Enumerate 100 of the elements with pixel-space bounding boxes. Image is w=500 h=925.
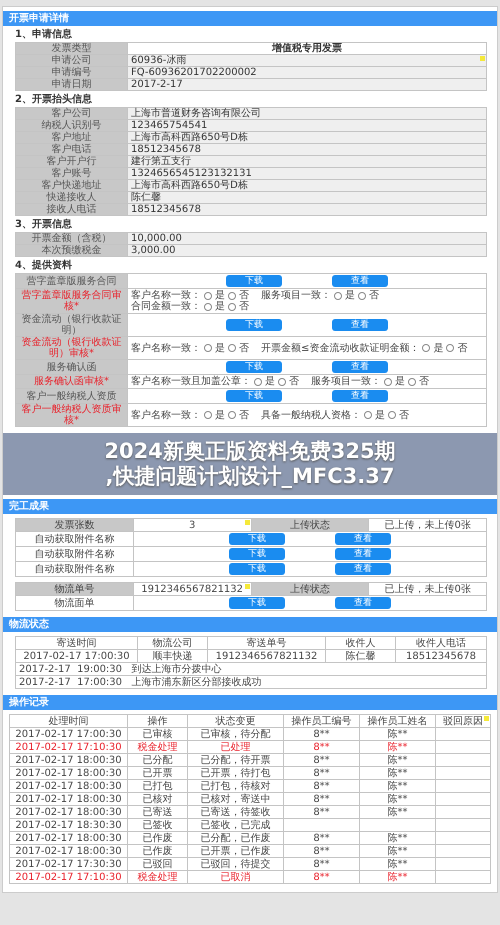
download-button[interactable]: 下载 [228,563,285,575]
column-header: 操作 [128,714,188,728]
table-cell: 陈** [360,754,436,766]
download-button[interactable]: 下载 [228,597,285,609]
row-label: 客户快递地址 [16,180,128,192]
question-label: 合同金额一致： [131,301,201,312]
radio-button[interactable] [228,344,236,352]
row-label: 发票类型 [16,42,128,54]
table-cell: 自动获取附件名称 [16,532,134,546]
table-cell: 2017-02-17 17:10:30 [10,740,128,754]
note-icon [484,716,489,721]
row-label: 客户账号 [16,168,128,180]
table-cell: 2017-02-17 18:00:30 [10,754,128,766]
column-header: 收件人电话 [396,636,486,650]
download-button[interactable]: 下载 [226,361,282,373]
row-label: 资金流动（银行收款证明） [16,314,128,336]
table-cell: 自动获取附件名称 [16,546,134,562]
table-cell: 18512345678 [396,650,486,662]
view-button[interactable]: 查看 [332,390,388,402]
radio-button[interactable] [388,411,396,419]
radio-button[interactable] [204,344,212,352]
table-cell: 8** [284,754,360,766]
table-cell: 陈** [360,806,436,818]
table-cell: 18512345678 [128,144,486,156]
table-cell: 8** [284,832,360,844]
radio-button[interactable] [204,292,212,300]
question-label: 客户名称一致： [131,290,201,301]
table-cell: 已处理 [188,740,284,754]
table-cell: 陈** [360,728,436,740]
table-cell: 2017-02-17 17:00:30 [10,728,128,740]
table-cell: 陈仁馨 [128,192,486,204]
radio-button[interactable] [204,411,212,419]
radio-label: 否 [239,342,249,354]
table-cell: 已核对 [128,792,188,806]
question-label: 具备一般纳税人资格： [261,410,361,420]
view-button[interactable]: 查看 [334,563,391,575]
view-button[interactable]: 查看 [334,597,391,609]
row-label: 客户一般纳税人资质 [16,388,128,404]
section-heading: 3、开票信息 [15,218,73,231]
table-cell: 已开票，待打包 [188,766,284,780]
column-header: 驳回原因 [436,714,490,728]
radio-button[interactable] [278,378,286,386]
table-cell: 8** [284,792,360,806]
table-cell: 增值税专用发票 [128,42,486,54]
radio-button[interactable] [228,302,236,310]
question-label: 服务项目一致： [261,290,331,301]
view-button[interactable]: 查看 [332,319,388,331]
radio-label: 否 [457,342,468,354]
table-cell: 2017-02-17 18:00:30 [10,844,128,858]
radio-label: 是 [215,290,225,301]
view-button[interactable]: 查看 [334,533,391,545]
table-cell: 8** [284,806,360,818]
download-button[interactable]: 下载 [226,390,282,402]
table-cell: 陈仁馨 [326,650,396,662]
radio-button[interactable] [384,378,392,386]
radio-button[interactable] [408,378,416,386]
banner-title: 2024新奥正版资料免费325期 [104,439,396,464]
download-button[interactable]: 下载 [228,548,285,560]
table-cell: 已寄送，待签收 [188,806,284,818]
radio-label: 是 [375,410,385,420]
section-header: 操作记录 [3,695,497,710]
view-button[interactable]: 查看 [332,361,388,373]
radio-label: 否 [399,410,409,420]
view-button[interactable]: 查看 [334,548,391,560]
radio-button[interactable] [204,302,212,310]
download-button[interactable]: 下载 [226,275,282,287]
section-heading: 2、开票抬头信息 [15,93,93,106]
table-cell: 已上传，未上传0张 [368,582,486,596]
table-cell: 3 [133,518,251,532]
radio-button[interactable] [422,344,430,352]
radio-button[interactable] [254,378,262,386]
table-cell: 2017-02-17 17:30:30 [10,858,128,870]
view-button[interactable]: 查看 [332,275,388,287]
row-label: 接收人电话 [16,204,128,216]
table-cell: 18512345678 [128,204,486,216]
table-cell: 已签收，已完成 [188,818,284,832]
table-cell: 2017-02-17 17:00:30 [16,650,138,662]
radio-button[interactable] [446,344,454,352]
table-cell: 2017-02-17 18:00:30 [10,832,128,844]
row-label: 客户地址 [16,132,128,144]
radio-button[interactable] [364,411,372,419]
table-cell: 已审核，待分配 [188,728,284,740]
table-cell: 陈** [360,780,436,792]
table-cell: 已驳回 [128,858,188,870]
table-cell: 发票张数 [16,518,134,532]
download-button[interactable]: 下载 [228,533,285,545]
table-cell: 已取消 [188,870,284,884]
table-cell: 税金处理 [128,740,188,754]
question-label: 开票金额≤资金流动收款证明金额： [261,342,420,354]
table-cell: 已分配 [128,754,188,766]
row-label: 本次预缴税金 [16,244,128,256]
radio-button[interactable] [358,292,366,300]
section-heading: 4、提供资料 [15,259,73,272]
table-cell: 8** [284,858,360,870]
column-header: 状态变更 [188,714,284,728]
radio-button[interactable] [334,292,342,300]
radio-button[interactable] [228,292,236,300]
table-cell: 8** [284,870,360,884]
download-button[interactable]: 下载 [226,319,282,331]
radio-button[interactable] [228,411,236,419]
